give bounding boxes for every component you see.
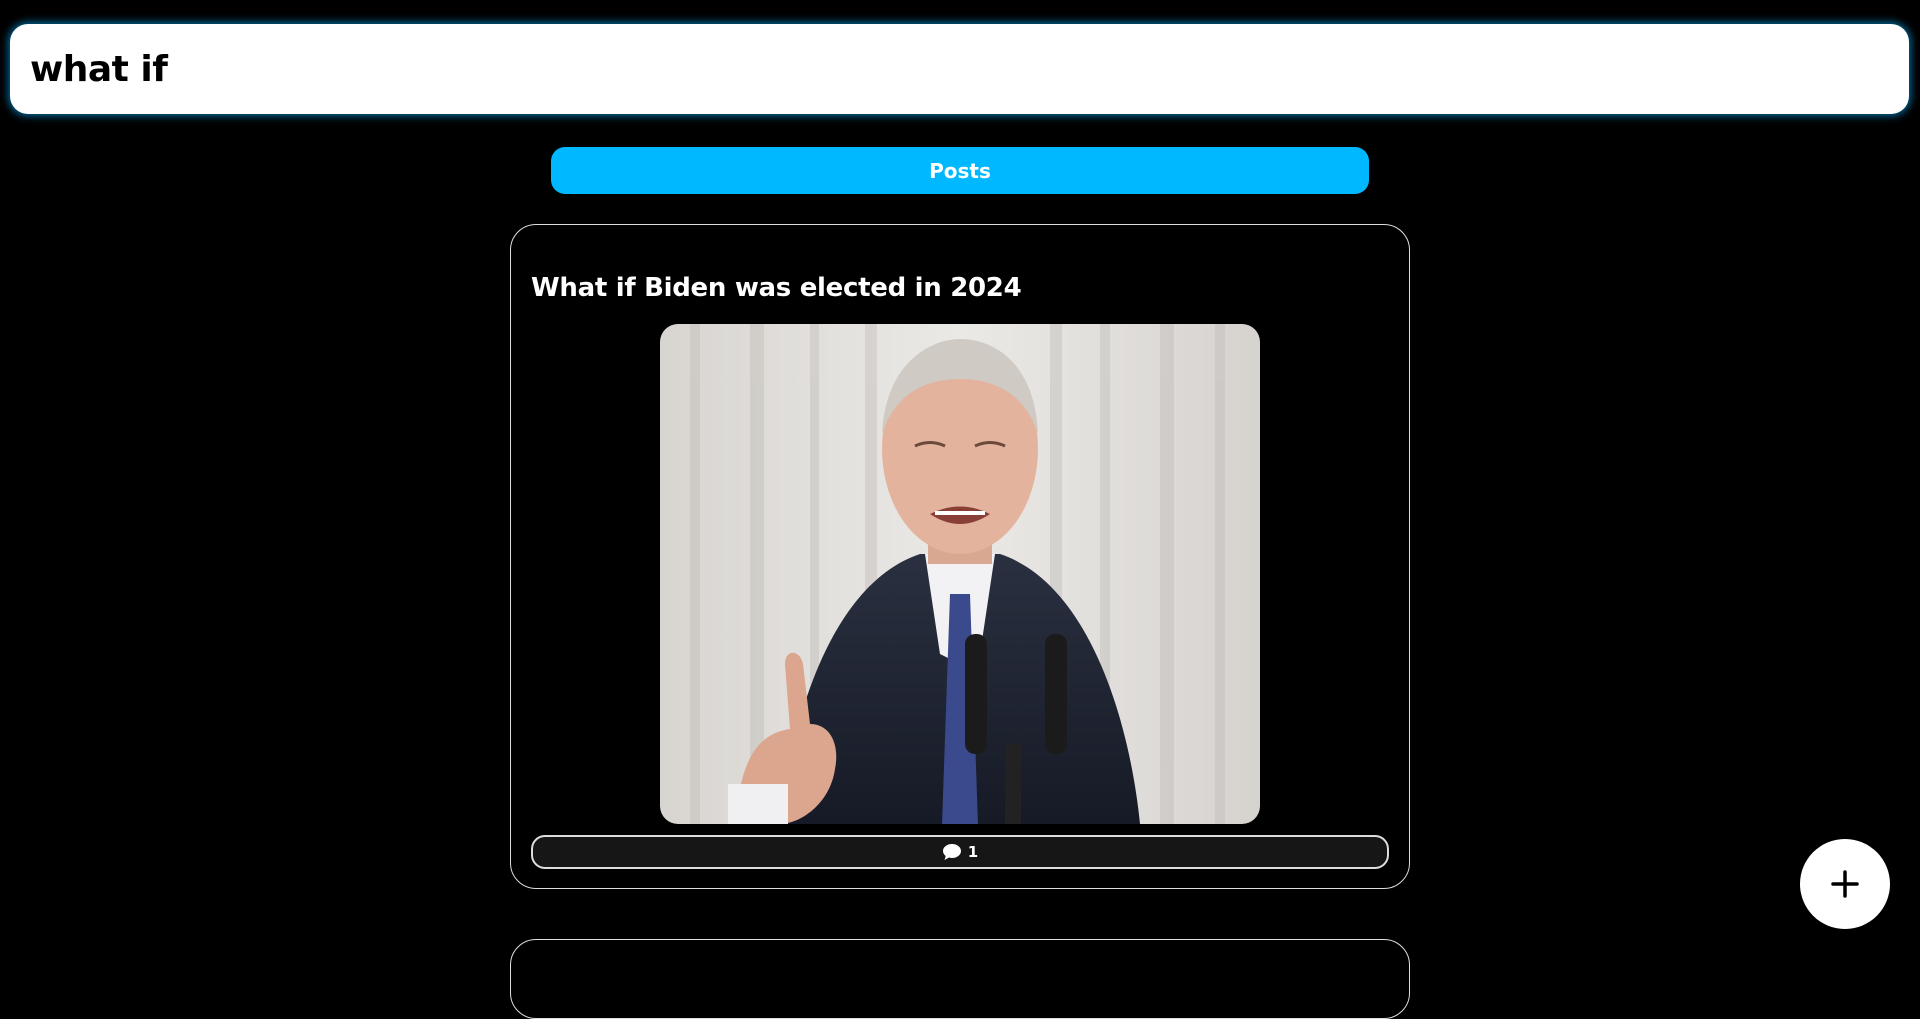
post-card[interactable]: What if Biden was elected in 2024 1 [510, 224, 1410, 889]
comment-count: 1 [967, 843, 979, 861]
comment-button[interactable]: 1 [531, 835, 1389, 869]
post-photo [660, 324, 1260, 824]
search-input[interactable] [30, 48, 1909, 90]
plus-icon [1831, 870, 1859, 898]
post-image[interactable] [660, 324, 1260, 824]
add-post-button[interactable] [1800, 839, 1890, 929]
post-title: What if Biden was elected in 2024 [531, 273, 1022, 303]
tab-posts[interactable]: Posts [551, 147, 1369, 194]
search-bar[interactable] [10, 24, 1909, 114]
comment-icon [942, 844, 961, 860]
post-card[interactable] [510, 939, 1410, 1019]
